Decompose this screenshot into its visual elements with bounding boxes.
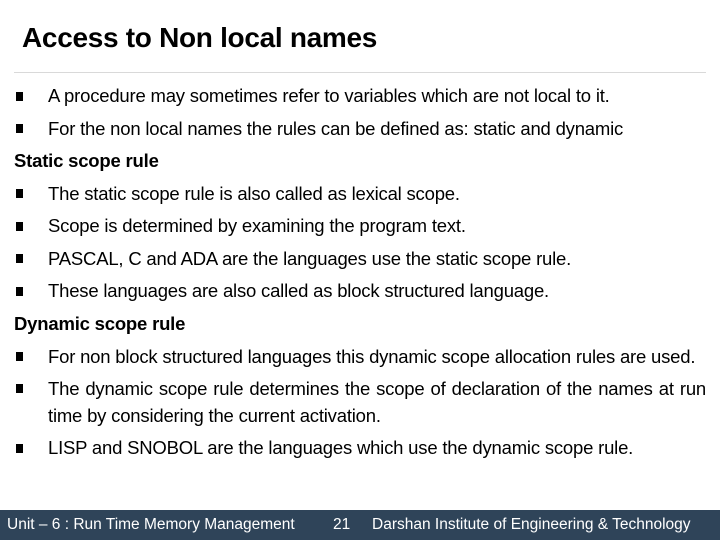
bullet-square-icon bbox=[14, 275, 48, 308]
bullet-text: For the non local names the rules can be… bbox=[48, 117, 624, 139]
slide-content: A procedure may sometimes refer to varia… bbox=[14, 80, 706, 465]
section-heading-static: Static scope rule bbox=[14, 150, 159, 171]
bullet-square-icon bbox=[14, 243, 48, 276]
bullet-item: The dynamic scope rule determines the sc… bbox=[14, 373, 706, 433]
slide-title: Access to Non local names bbox=[22, 22, 378, 53]
bullet-item: Scope is determined by examining the pro… bbox=[14, 210, 706, 243]
bullet-item: A procedure may sometimes refer to varia… bbox=[14, 80, 706, 113]
bullet-text: The static scope rule is also called as … bbox=[48, 182, 460, 204]
footer-institute-name: Darshan Institute of Engineering & Techn… bbox=[372, 516, 691, 533]
bullet-square-icon bbox=[14, 178, 48, 211]
bullet-square-icon bbox=[14, 113, 48, 146]
bullet-square-icon bbox=[14, 373, 48, 406]
bullet-square-icon bbox=[14, 80, 48, 113]
bullet-text: The dynamic scope rule determines the sc… bbox=[48, 378, 706, 426]
bullet-square-icon bbox=[14, 340, 48, 373]
bullet-item: The static scope rule is also called as … bbox=[14, 178, 706, 211]
bullet-text: These languages are also called as block… bbox=[48, 280, 549, 301]
bullet-square-icon bbox=[14, 432, 48, 465]
bullet-item: For the non local names the rules can be… bbox=[14, 113, 706, 146]
bullet-text: A procedure may sometimes refer to varia… bbox=[48, 85, 610, 106]
footer-page-number: 21 bbox=[333, 516, 351, 533]
bullet-item: For non block structured languages this … bbox=[14, 340, 706, 373]
slide-footer: Unit – 6 : Run Time Memory Management 21… bbox=[0, 510, 720, 540]
bullet-text: Scope is determined by examining the pro… bbox=[48, 215, 466, 236]
section-heading-dynamic: Dynamic scope rule bbox=[14, 312, 186, 334]
bullet-text: PASCAL, C and ADA are the languages use … bbox=[48, 247, 572, 269]
bullet-item: These languages are also called as block… bbox=[14, 275, 706, 308]
title-separator bbox=[14, 72, 706, 73]
bullet-item: PASCAL, C and ADA are the languages use … bbox=[14, 243, 706, 276]
bullet-text: For non block structured languages this … bbox=[48, 345, 696, 367]
bullet-item: LISP and SNOBOL are the languages which … bbox=[14, 432, 706, 465]
bullet-text: LISP and SNOBOL are the languages which … bbox=[48, 437, 634, 458]
footer-unit-title: Unit – 6 : Run Time Memory Management bbox=[7, 516, 295, 533]
bullet-square-icon bbox=[14, 210, 48, 243]
